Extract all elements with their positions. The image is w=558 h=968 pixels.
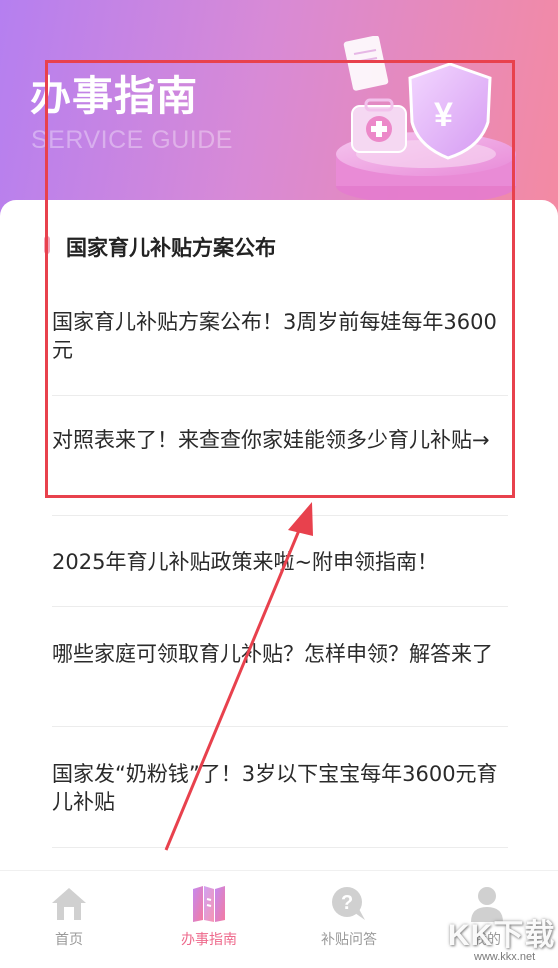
tab-label: 补贴问答: [321, 932, 377, 948]
article-item[interactable]: 国家育儿补贴方案公布！3周岁前每娃每年3600元: [52, 308, 508, 396]
article-title: 国家育儿补贴方案公布！3周岁前每娃每年3600元: [52, 310, 497, 362]
tab-label: 办事指南: [181, 932, 237, 948]
article-title: 国家发“奶粉钱”了！3岁以下宝宝每年3600元育儿补贴: [52, 762, 498, 814]
article-item[interactable]: 2025年育儿补贴政策来啦~附申领指南！: [52, 548, 508, 607]
page-subtitle: SERVICE GUIDE: [31, 126, 233, 154]
site-watermark: KK下载 www.kkx.net: [440, 906, 558, 968]
tab-subsidy-qa[interactable]: ? 补贴问答: [289, 885, 409, 955]
article-title: 哪些家庭可领取育儿补贴？怎样申领？解答来了: [52, 642, 493, 666]
page-title: 办事指南: [30, 72, 198, 120]
section-marker: [44, 236, 50, 254]
tab-home[interactable]: 首页: [9, 885, 129, 955]
svg-text:¥: ¥: [434, 96, 453, 134]
svg-text:?: ?: [341, 892, 353, 914]
article-item[interactable]: 国家发“奶粉钱”了！3岁以下宝宝每年3600元育儿补贴: [52, 760, 508, 848]
watermark-url: www.kkx.net: [474, 951, 536, 963]
article-item[interactable]: 哪些家庭可领取育儿补贴？怎样申领？解答来了: [52, 640, 508, 727]
money-shield-illustration: ¥: [336, 36, 516, 204]
home-icon: [52, 888, 86, 920]
guide-book-icon: [193, 886, 225, 922]
watermark-text: KK下载: [448, 919, 556, 952]
tab-label: 首页: [55, 932, 83, 948]
article-item[interactable]: 对照表来了！来查查你家娃能领多少育儿补贴→: [52, 426, 508, 516]
question-bubble-icon: ?: [332, 887, 365, 920]
section-heading: 国家育儿补贴方案公布: [66, 236, 276, 260]
article-title: 2025年育儿补贴政策来啦~附申领指南！: [52, 550, 439, 574]
article-title: 对照表来了！来查查你家娃能领多少育儿补贴→: [52, 428, 490, 452]
tab-guide[interactable]: 办事指南: [149, 885, 269, 955]
